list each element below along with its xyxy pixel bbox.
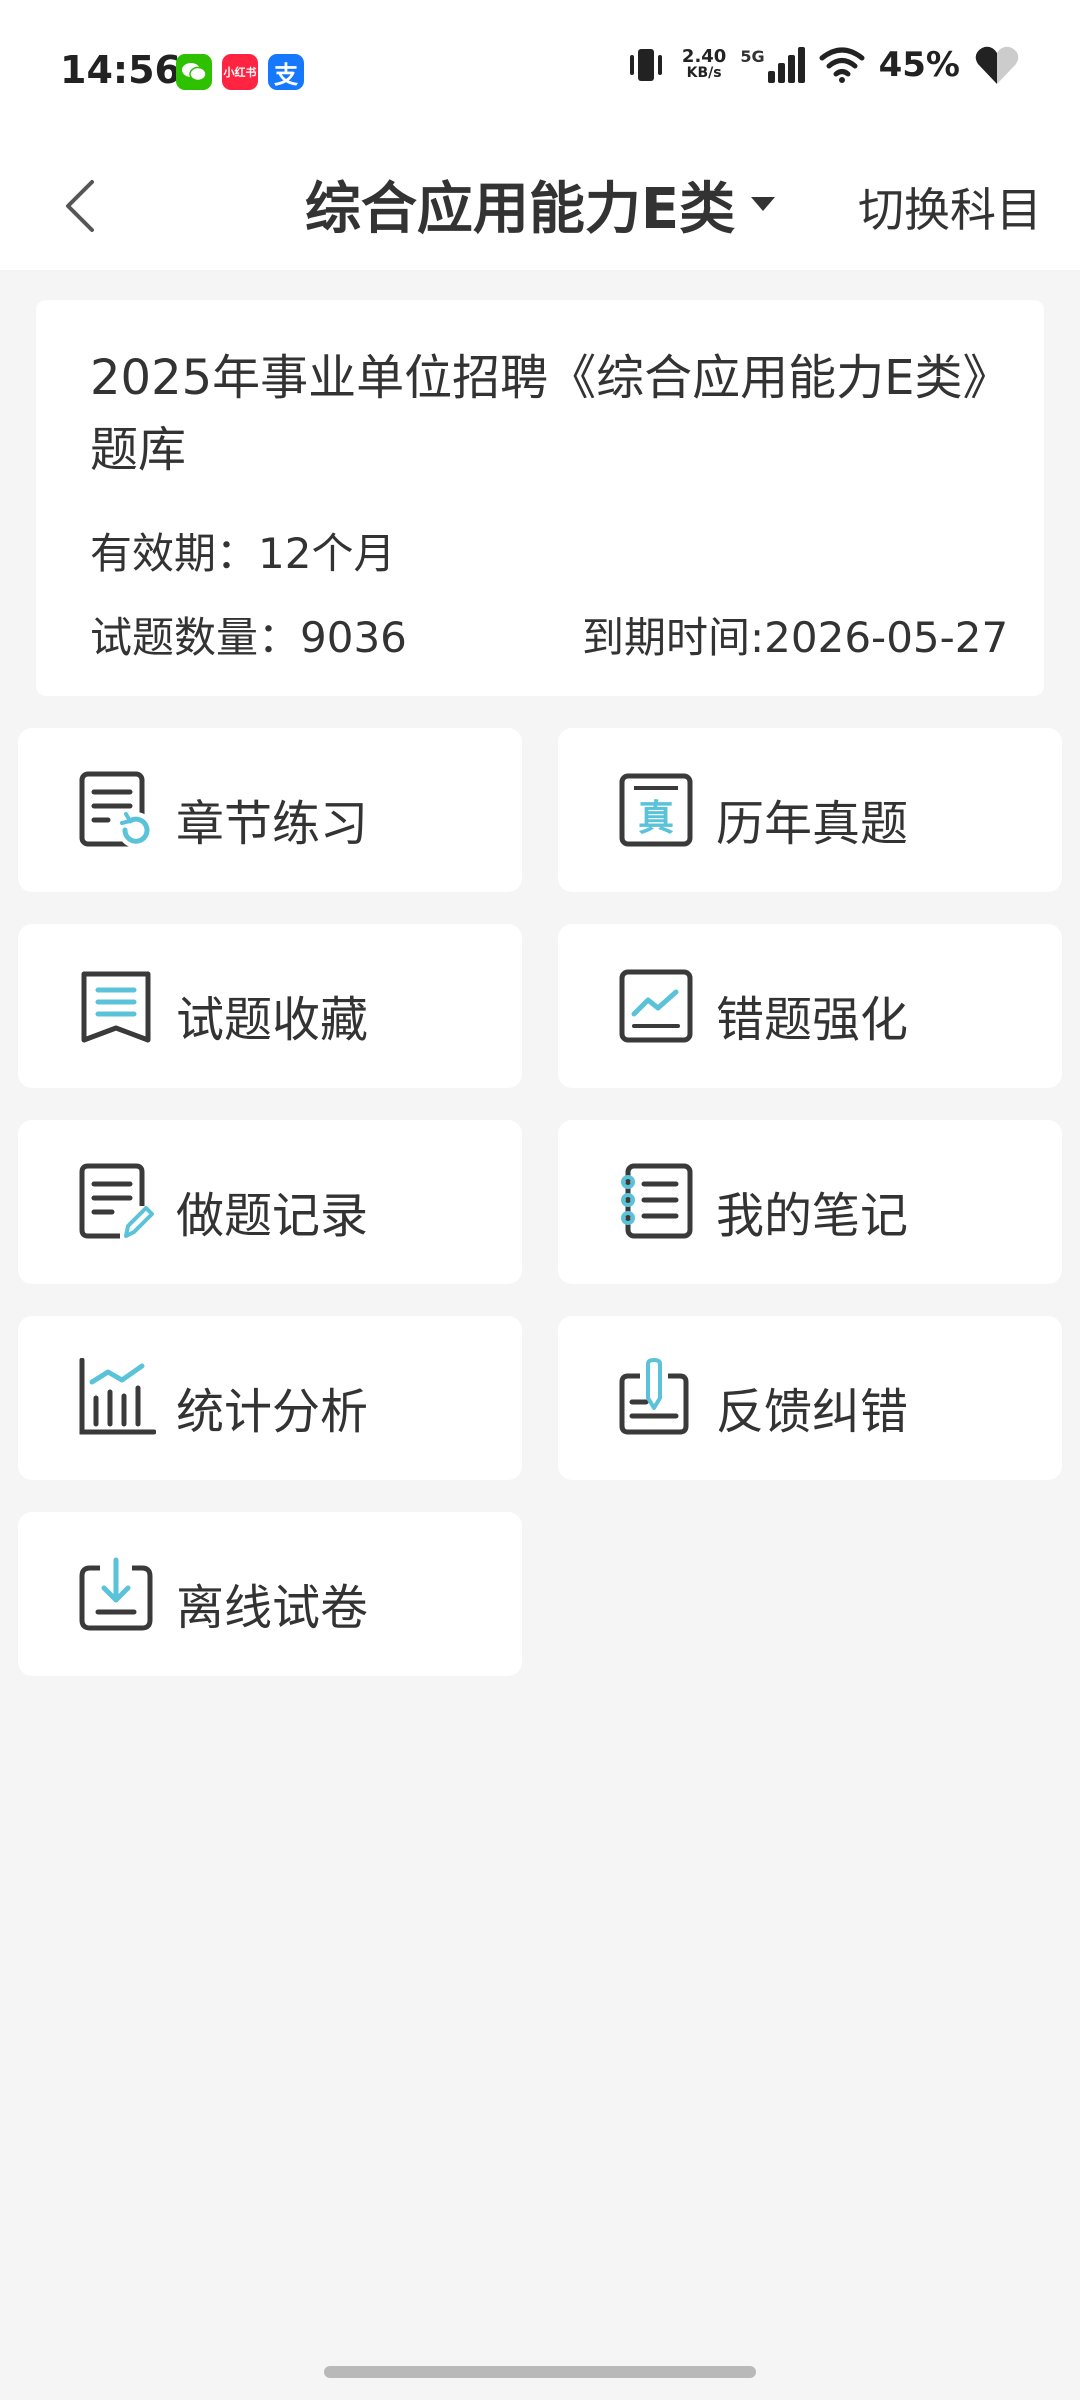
- chapter-practice-label: 章节练习: [176, 796, 369, 852]
- exam-title: 2025年事业单位招聘《综合应用能力E类》题库: [90, 350, 987, 478]
- feedback-label: 反馈纠错: [716, 1384, 909, 1440]
- expiry-date-text: 到期时间:2026-05-27: [582, 613, 1009, 662]
- statistics-label: 统计分析: [176, 1384, 369, 1440]
- caret-down-icon: [751, 196, 776, 211]
- status-time: 14:56: [60, 48, 181, 92]
- statistics-button[interactable]: 统计分析: [18, 1316, 522, 1480]
- offline-papers-label: 离线试卷: [176, 1580, 369, 1636]
- download-icon: [79, 1557, 153, 1631]
- favorites-label: 试题收藏: [176, 992, 369, 1048]
- favorites-button[interactable]: 试题收藏: [18, 924, 522, 1088]
- exam-info-card: 2025年事业单位招聘《综合应用能力E类》题库 有效期：12个月 试题数量：90…: [36, 300, 1044, 696]
- wrong-questions-label: 错题强化: [716, 992, 909, 1048]
- page-title: 综合应用能力E类: [304, 177, 736, 242]
- notes-label: 我的笔记: [716, 1188, 909, 1244]
- notes-button[interactable]: 我的笔记: [558, 1120, 1062, 1284]
- header: 综合应用能力E类 切换科目: [0, 140, 1080, 270]
- cellular-signal-icon: 5G: [740, 47, 805, 83]
- home-indicator[interactable]: [324, 2366, 756, 2378]
- svg-text:真: 真: [638, 798, 674, 839]
- bookmark-icon: [81, 971, 151, 1043]
- network-speed: 2.40 KB/s: [681, 46, 727, 82]
- status-bar: 14:56 小红书 支 2.40 KB/s 5G 45%: [0, 0, 1080, 140]
- trend-chart-icon: [619, 969, 693, 1043]
- xiaohongshu-icon: 小红书: [222, 54, 258, 90]
- switch-subject-button[interactable]: 切换科目: [858, 174, 1042, 240]
- vibrate-icon: [629, 49, 662, 81]
- feedback-button[interactable]: 反馈纠错: [558, 1316, 1062, 1480]
- past-papers-button[interactable]: 真 历年真题: [558, 728, 1062, 892]
- records-button[interactable]: 做题记录: [18, 1120, 522, 1284]
- status-indicators: 2.40 KB/s 5G 45%: [624, 44, 1020, 86]
- wifi-icon: [819, 47, 865, 83]
- chapter-practice-button[interactable]: 章节练习: [18, 728, 522, 892]
- alipay-icon: 支: [268, 54, 304, 90]
- chapter-practice-icon: [79, 771, 154, 848]
- past-papers-icon: 真: [619, 773, 693, 847]
- notebook-icon: [621, 1163, 693, 1239]
- offline-papers-button[interactable]: 离线试卷: [18, 1512, 522, 1676]
- validity-text: 有效期：12个月: [90, 529, 396, 578]
- wechat-icon: [176, 54, 212, 90]
- edit-document-icon: [79, 1163, 154, 1239]
- battery-heart-icon: [975, 46, 1019, 84]
- question-count-text: 试题数量：9036: [90, 613, 407, 662]
- wrong-questions-button[interactable]: 错题强化: [558, 924, 1062, 1088]
- bar-chart-icon: [79, 1358, 156, 1435]
- records-label: 做题记录: [176, 1188, 369, 1244]
- past-papers-label: 历年真题: [716, 796, 909, 852]
- battery-percent: 45%: [878, 45, 960, 85]
- feedback-pen-icon: [619, 1358, 689, 1435]
